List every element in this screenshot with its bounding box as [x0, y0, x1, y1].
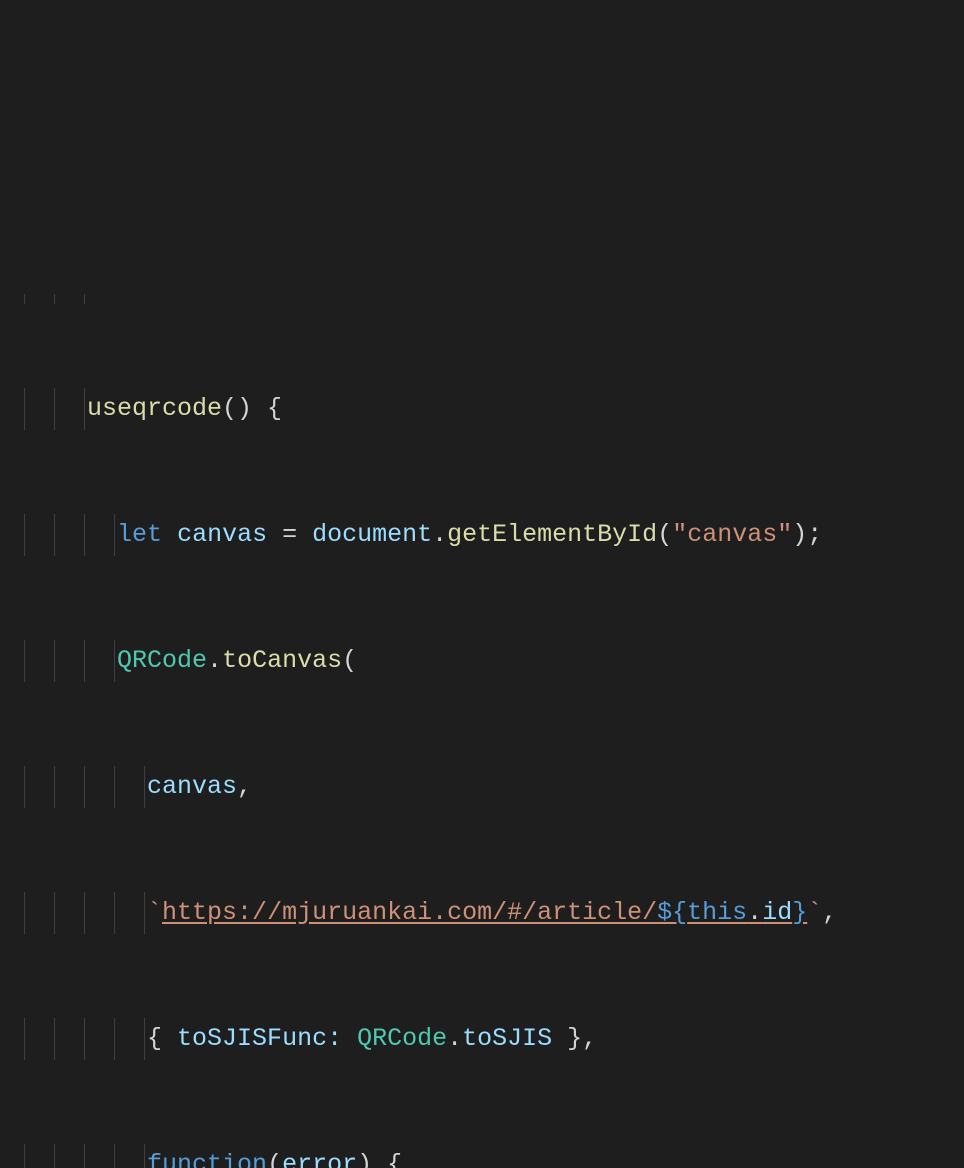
object-document: document [312, 520, 432, 549]
param-error: error [282, 1150, 357, 1168]
code-line: canvas, [12, 766, 964, 808]
code-line: useqrcode() { [12, 388, 964, 430]
property-id: id [762, 898, 792, 927]
code-editor[interactable]: useqrcode() { let canvas = document.getE… [12, 168, 964, 1168]
property-toSJIS: toSJIS [462, 1024, 552, 1053]
method-getElementById: getElementById [447, 520, 657, 549]
string-literal: "canvas" [672, 520, 792, 549]
code-line: `https://mjuruankai.com/#/article/${this… [12, 892, 964, 934]
variable-canvas: canvas [177, 520, 267, 549]
code-line: function(error) { [12, 1144, 964, 1168]
variable-canvas: canvas [147, 772, 237, 801]
keyword-this: this [687, 898, 747, 927]
url-literal: https://mjuruankai.com/#/article/ [162, 898, 657, 927]
keyword-let: let [117, 520, 162, 549]
class-QRCode: QRCode [357, 1024, 447, 1053]
keyword-function: function [147, 1150, 267, 1168]
code-line: { toSJISFunc: QRCode.toSJIS }, [12, 1018, 964, 1060]
code-line: QRCode.toCanvas( [12, 640, 964, 682]
class-QRCode: QRCode [117, 646, 207, 675]
property-toSJISFunc: toSJISFunc: [177, 1024, 342, 1053]
function-name: useqrcode [87, 394, 222, 423]
method-toCanvas: toCanvas [222, 646, 342, 675]
template-interp-open: ${ [657, 898, 687, 927]
template-interp-close: } [792, 898, 807, 927]
code-line: let canvas = document.getElementById("ca… [12, 514, 964, 556]
punct: () { [222, 394, 282, 423]
